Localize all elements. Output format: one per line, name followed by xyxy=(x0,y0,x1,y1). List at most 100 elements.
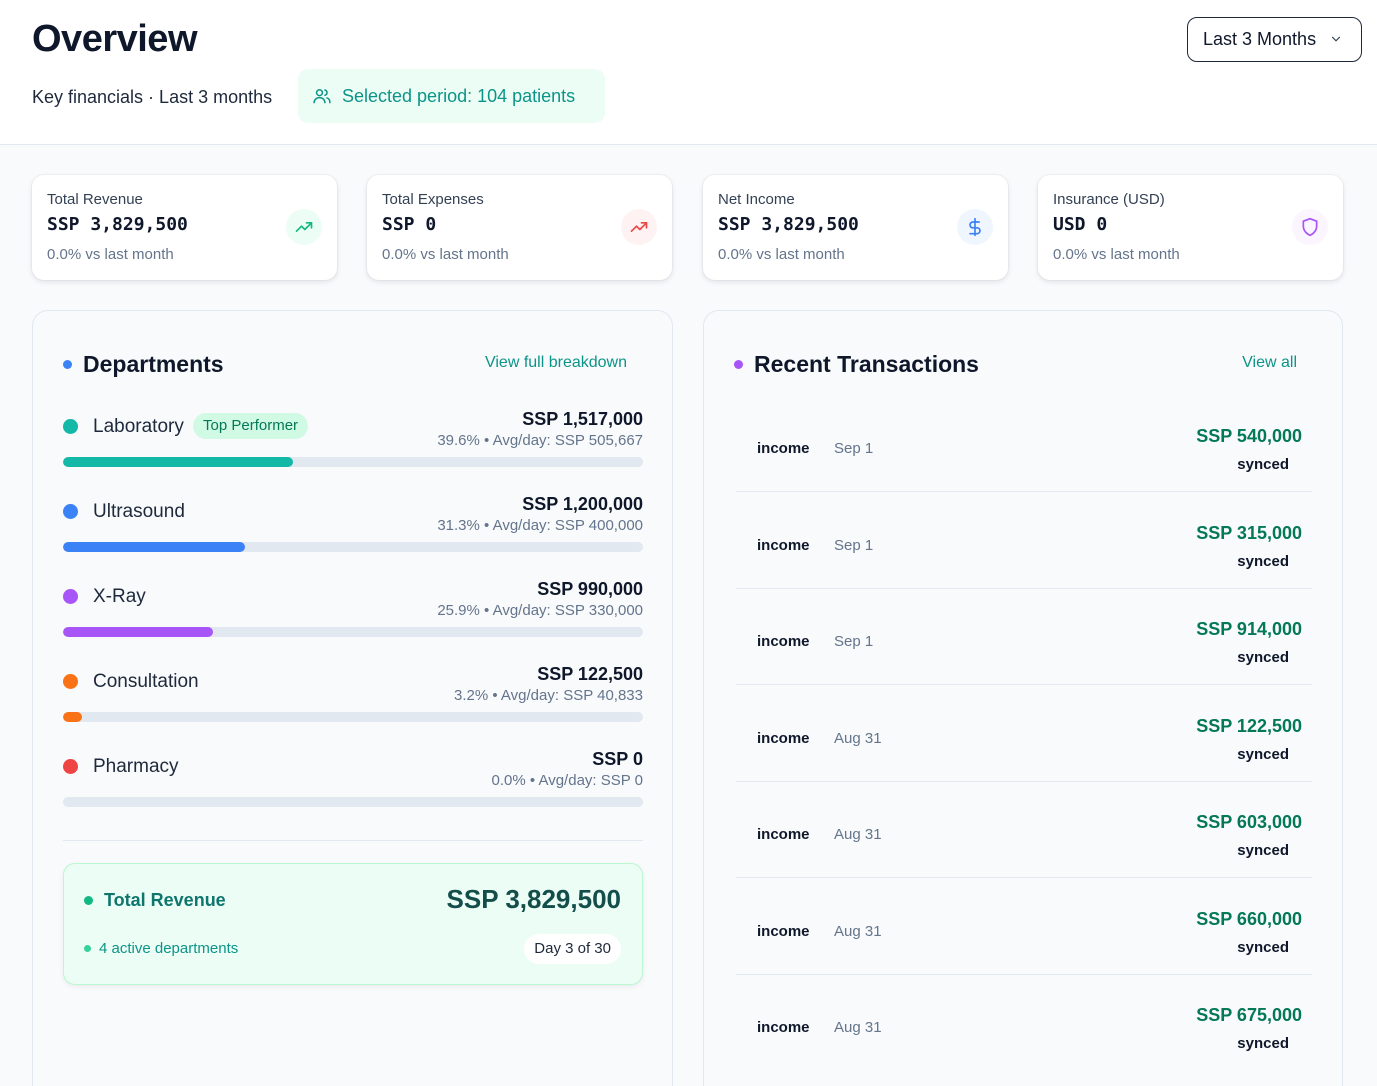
transaction-status: synced xyxy=(1237,456,1289,473)
department-progress-track xyxy=(63,542,643,552)
transaction-row[interactable]: income Sep 1 SSP 914,000 synced xyxy=(736,588,1312,685)
total-revenue-summary: Total Revenue SSP 3,829,500 4 active dep… xyxy=(63,863,643,985)
department-amount: SSP 990,000 xyxy=(537,579,643,599)
kpi-delta: 0.0% vs last month xyxy=(47,246,174,263)
departments-panel: Departments View full breakdown Laborato… xyxy=(32,310,673,1086)
top-performer-badge: Top Performer xyxy=(193,413,309,439)
kpi-card-net-income: Net Income SSP 3,829,500 0.0% vs last mo… xyxy=(703,175,1008,280)
kpi-label: Insurance (USD) xyxy=(1053,191,1165,208)
active-departments-dot xyxy=(84,945,91,952)
selected-period-chip: Selected period: 104 patients xyxy=(298,69,605,123)
transaction-date: Aug 31 xyxy=(834,1019,882,1036)
transaction-amount: SSP 675,000 xyxy=(1196,1005,1302,1025)
trending-up-icon xyxy=(286,209,322,245)
recent-transactions-panel: Recent Transactions View all income Sep … xyxy=(703,310,1343,1086)
department-meta: 25.9% • Avg/day: SSP 330,000 xyxy=(437,602,643,619)
transaction-amount: SSP 660,000 xyxy=(1196,909,1302,929)
transaction-row[interactable]: income Aug 31 SSP 122,500 synced xyxy=(736,685,1312,782)
kpi-delta: 0.0% vs last month xyxy=(382,246,509,263)
department-name: Ultrasound xyxy=(93,501,185,522)
department-progress-fill xyxy=(63,457,293,467)
page-header: Overview Key financials · Last 3 months … xyxy=(0,0,1377,145)
transaction-row[interactable]: income Sep 1 SSP 315,000 synced xyxy=(736,492,1312,589)
department-row-xray[interactable]: X-Ray SSP 990,000 25.9% • Avg/day: SSP 3… xyxy=(63,579,643,664)
departments-title: Departments xyxy=(63,351,224,378)
transaction-type: income xyxy=(757,440,810,457)
department-amount: SSP 122,500 xyxy=(537,664,643,684)
department-progress-fill xyxy=(63,712,82,722)
departments-divider xyxy=(63,840,643,841)
kpi-label: Total Expenses xyxy=(382,191,484,208)
transaction-date: Aug 31 xyxy=(834,923,882,940)
selected-period-label: Selected period: 104 patients xyxy=(342,85,576,106)
total-revenue-value: SSP 3,829,500 xyxy=(446,884,621,914)
department-meta: 31.3% • Avg/day: SSP 400,000 xyxy=(437,517,643,534)
transactions-title-text: Recent Transactions xyxy=(754,351,979,377)
kpi-value: USD 0 xyxy=(1053,214,1108,235)
kpi-value: SSP 3,829,500 xyxy=(718,214,859,235)
department-progress-fill xyxy=(63,542,245,552)
day-progress-badge: Day 3 of 30 xyxy=(524,934,621,964)
kpi-card-total-revenue: Total Revenue SSP 3,829,500 0.0% vs last… xyxy=(32,175,337,280)
trending-up-icon xyxy=(621,209,657,245)
department-row-consultation[interactable]: Consultation SSP 122,500 3.2% • Avg/day:… xyxy=(63,664,643,749)
shield-icon xyxy=(1292,209,1328,245)
transaction-date: Sep 1 xyxy=(834,440,874,457)
department-progress-track xyxy=(63,627,643,637)
department-amount: SSP 0 xyxy=(592,749,643,769)
transaction-type: income xyxy=(757,923,810,940)
transaction-date: Aug 31 xyxy=(834,730,882,747)
department-dot xyxy=(63,504,78,519)
department-row-ultrasound[interactable]: Ultrasound SSP 1,200,000 31.3% • Avg/day… xyxy=(63,494,643,579)
kpi-card-insurance: Insurance (USD) USD 0 0.0% vs last month xyxy=(1038,175,1343,280)
department-meta: 39.6% • Avg/day: SSP 505,667 xyxy=(437,432,643,449)
transaction-type: income xyxy=(757,633,810,650)
transaction-date: Sep 1 xyxy=(834,537,874,554)
transaction-row[interactable]: income Sep 1 SSP 540,000 synced xyxy=(736,395,1312,492)
department-progress-track xyxy=(63,457,643,467)
transaction-type: income xyxy=(757,1019,810,1036)
department-name: Laboratory xyxy=(93,416,184,437)
department-row-pharmacy[interactable]: Pharmacy SSP 0 0.0% • Avg/day: SSP 0 xyxy=(63,749,643,834)
page-subtitle: Key financials · Last 3 months xyxy=(32,87,273,107)
kpi-label: Net Income xyxy=(718,191,795,208)
transaction-status: synced xyxy=(1237,746,1289,763)
transaction-amount: SSP 315,000 xyxy=(1196,523,1302,543)
total-revenue-dot xyxy=(84,896,93,905)
view-full-breakdown-link[interactable]: View full breakdown xyxy=(485,354,627,372)
transactions-dot xyxy=(734,360,743,369)
transaction-type: income xyxy=(757,730,810,747)
transaction-status: synced xyxy=(1237,842,1289,859)
transaction-row[interactable]: income Aug 31 SSP 675,000 synced xyxy=(736,974,1312,1071)
date-range-value: Last 3 Months xyxy=(1203,29,1317,49)
department-row-laboratory[interactable]: Laboratory Top Performer SSP 1,517,000 3… xyxy=(63,409,643,494)
date-range-select[interactable]: Last 3 Months xyxy=(1187,17,1362,62)
transaction-status: synced xyxy=(1237,939,1289,956)
department-progress-track xyxy=(63,797,643,807)
transaction-row[interactable]: income Aug 31 SSP 603,000 synced xyxy=(736,781,1312,878)
department-name: Consultation xyxy=(93,671,199,692)
department-dot xyxy=(63,759,78,774)
view-all-link[interactable]: View all xyxy=(1242,354,1297,372)
dollar-icon xyxy=(957,209,993,245)
transaction-status: synced xyxy=(1237,1035,1289,1052)
transaction-amount: SSP 914,000 xyxy=(1196,619,1302,639)
departments-title-text: Departments xyxy=(83,351,224,377)
transaction-date: Aug 31 xyxy=(834,826,882,843)
department-progress-track xyxy=(63,712,643,722)
transaction-amount: SSP 122,500 xyxy=(1196,716,1302,736)
transaction-type: income xyxy=(757,537,810,554)
department-meta: 0.0% • Avg/day: SSP 0 xyxy=(491,772,643,789)
transaction-status: synced xyxy=(1237,553,1289,570)
department-amount: SSP 1,200,000 xyxy=(522,494,643,514)
kpi-delta: 0.0% vs last month xyxy=(718,246,845,263)
transaction-amount: SSP 540,000 xyxy=(1196,426,1302,446)
total-revenue-label-text: Total Revenue xyxy=(104,890,226,910)
department-dot xyxy=(63,589,78,604)
departments-dot xyxy=(63,360,72,369)
users-icon xyxy=(313,89,331,104)
department-name: Pharmacy xyxy=(93,756,179,777)
active-departments-text: 4 active departments xyxy=(99,940,239,957)
transaction-row[interactable]: income Aug 31 SSP 660,000 synced xyxy=(736,878,1312,975)
kpi-label: Total Revenue xyxy=(47,191,143,208)
